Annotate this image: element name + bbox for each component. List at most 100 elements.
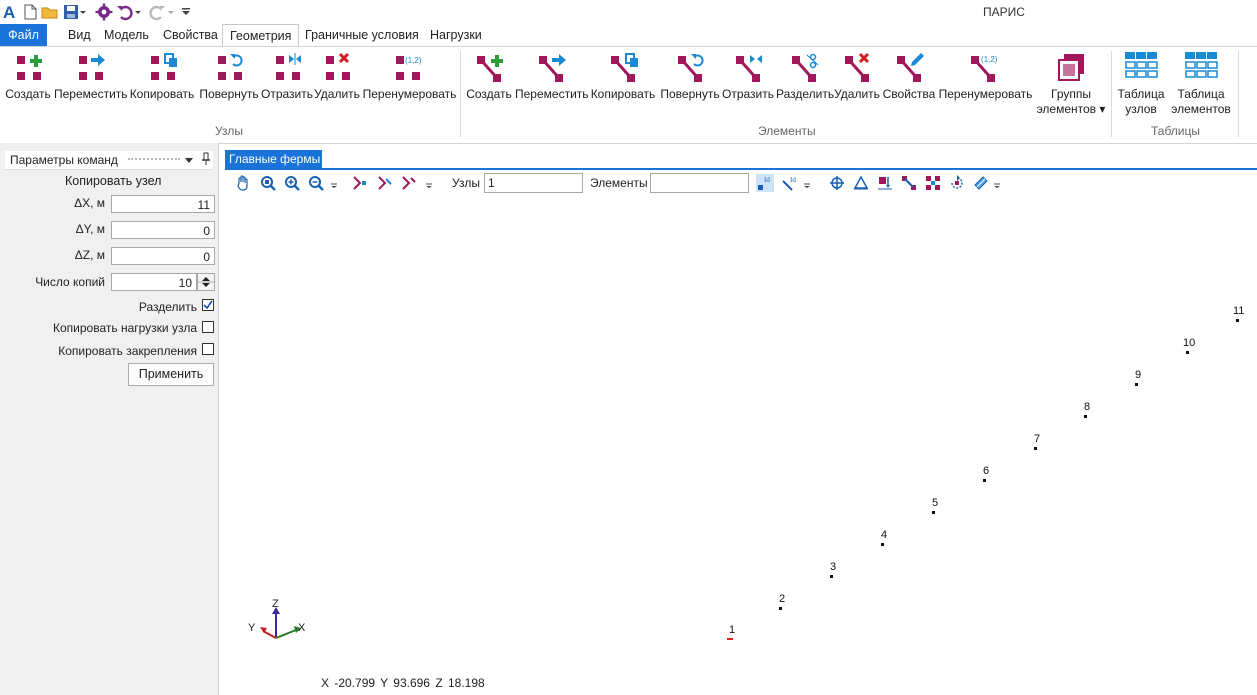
select-all-icon[interactable] — [400, 174, 418, 192]
settings-gear-icon[interactable] — [95, 3, 113, 21]
show-node-ids-icon[interactable]: Id — [756, 174, 774, 192]
split-checkbox[interactable] — [202, 299, 214, 311]
undo-dropdown-icon[interactable] — [133, 3, 143, 21]
select-elements-icon[interactable] — [376, 174, 394, 192]
redo-dropdown-icon[interactable] — [166, 3, 176, 21]
axis-x-label: X — [298, 622, 306, 634]
title-bar: A ПАРИС — [0, 0, 1257, 24]
node-mirror-button[interactable]: Отразить — [261, 51, 313, 102]
select-nodes-icon[interactable] — [351, 174, 369, 192]
element-groups-view-icon[interactable] — [924, 174, 942, 192]
new-file-icon[interactable] — [21, 3, 39, 21]
node-move-button[interactable]: Переместить — [54, 51, 128, 102]
panel-menu-dropdown-icon[interactable] — [184, 154, 194, 168]
element-renumber-button[interactable]: (1,2) Перенумеровать — [938, 51, 1033, 102]
spinner-arrows-icon — [198, 277, 214, 287]
node-rotate-button[interactable]: Повернуть — [198, 51, 260, 102]
tab-loads[interactable]: Нагрузки — [423, 24, 489, 46]
element-groups-button[interactable]: Группы элементов ▾ — [1036, 51, 1106, 117]
zoom-out-icon[interactable] — [307, 174, 325, 192]
element-properties-button[interactable]: Свойства — [882, 51, 936, 102]
dx-input[interactable]: 11 — [111, 195, 215, 213]
model-viewport[interactable]: 1 2 3 4 5 6 7 8 9 10 11 Z Y X — [226, 196, 1257, 695]
node-marker[interactable]: 1 — [727, 624, 735, 640]
elements-filter-label: Элементы — [590, 176, 648, 190]
node-point — [1084, 415, 1087, 418]
rotate-view-icon[interactable] — [948, 174, 966, 192]
pin-icon[interactable] — [201, 152, 211, 169]
element-copy-button[interactable]: Копировать — [590, 51, 656, 102]
node-label: 6 — [983, 465, 990, 477]
element-properties-icon — [882, 51, 936, 85]
element-create-button[interactable]: Создать — [466, 51, 512, 102]
node-marker[interactable]: 6 — [983, 465, 990, 482]
show-element-ids-icon[interactable]: Id — [781, 174, 799, 192]
element-split-button[interactable]: Разделить — [776, 51, 834, 102]
node-marker[interactable]: 7 — [1034, 433, 1040, 450]
dy-input[interactable]: 0 — [111, 221, 215, 239]
element-rotate-button[interactable]: Повернуть — [659, 51, 721, 102]
elements-table-button[interactable]: Таблица элементов — [1170, 51, 1232, 117]
node-marker[interactable]: 4 — [881, 529, 887, 546]
element-delete-button[interactable]: Удалить — [834, 51, 880, 102]
node-copy-button[interactable]: Копировать — [129, 51, 195, 102]
undo-icon[interactable] — [116, 3, 134, 21]
dz-input[interactable]: 0 — [111, 247, 215, 265]
node-create-button[interactable]: Создать — [5, 51, 51, 102]
zoom-dropdown-icon[interactable] — [329, 174, 339, 192]
pan-hand-icon[interactable] — [234, 174, 252, 192]
svg-text:(1,2): (1,2) — [981, 55, 998, 64]
node-renumber-button[interactable]: (1,2) Перенумеровать — [362, 51, 457, 102]
loads-icon[interactable] — [876, 174, 894, 192]
svg-text:Id: Id — [790, 176, 796, 184]
elements-filter-input[interactable] — [650, 173, 749, 193]
nodes-table-label-1: Таблица — [1117, 87, 1165, 101]
document-tab[interactable]: Главные фермы — [225, 150, 322, 169]
copy-loads-checkbox[interactable] — [202, 321, 214, 333]
node-point — [1034, 447, 1037, 450]
tab-geometry[interactable]: Геометрия — [222, 24, 300, 48]
zoom-window-icon[interactable] — [259, 174, 277, 192]
element-move-button[interactable]: Переместить — [515, 51, 589, 102]
render-3d-icon[interactable] — [972, 174, 990, 192]
zoom-in-icon[interactable] — [283, 174, 301, 192]
copies-input[interactable]: 10 — [111, 273, 197, 291]
node-marker[interactable]: 11 — [1233, 305, 1244, 322]
drag-grip[interactable] — [128, 158, 180, 164]
supports-icon[interactable] — [852, 174, 870, 192]
app-title: ПАРИС — [983, 5, 1025, 19]
node-marker[interactable]: 10 — [1183, 337, 1195, 354]
open-folder-icon[interactable] — [41, 3, 59, 21]
tab-view[interactable]: Вид — [61, 24, 98, 46]
tab-file[interactable]: Файл — [0, 24, 47, 46]
node-marker[interactable]: 3 — [830, 561, 836, 578]
node-delete-button[interactable]: Удалить — [314, 51, 360, 102]
view-dropdown-icon[interactable] — [992, 174, 1002, 192]
nodes-filter-input[interactable]: 1 — [484, 173, 583, 193]
tables-group-label: Таблицы — [1151, 124, 1201, 138]
nodes-group-label: Узлы — [215, 124, 243, 138]
tab-model[interactable]: Модель — [97, 24, 156, 46]
tab-boundary-conditions[interactable]: Граничные условия — [298, 24, 426, 46]
element-rotate-label: Повернуть — [660, 87, 720, 101]
node-marker[interactable]: 5 — [932, 497, 938, 514]
copy-supports-checkbox[interactable] — [202, 343, 214, 355]
redo-icon[interactable] — [148, 3, 166, 21]
save-dropdown-icon[interactable] — [78, 3, 88, 21]
tab-properties[interactable]: Свойства — [156, 24, 225, 46]
snap-node-icon[interactable] — [828, 174, 846, 192]
nodes-table-button[interactable]: Таблица узлов — [1115, 51, 1167, 117]
nodes-table-label-2: узлов — [1125, 102, 1157, 116]
ids-dropdown-icon[interactable] — [802, 174, 812, 192]
ribbon-separator — [1111, 51, 1112, 137]
node-marker[interactable]: 2 — [779, 593, 785, 610]
element-local-axes-icon[interactable] — [900, 174, 918, 192]
customize-toolbar-icon[interactable] — [180, 3, 192, 21]
copies-spinner[interactable] — [197, 273, 215, 291]
select-dropdown-icon[interactable] — [424, 174, 434, 192]
node-renumber-icon: (1,2) — [362, 51, 457, 85]
node-marker[interactable]: 8 — [1084, 401, 1090, 418]
node-marker[interactable]: 9 — [1135, 369, 1141, 386]
apply-button[interactable]: Применить — [128, 363, 214, 386]
element-mirror-button[interactable]: Отразить — [722, 51, 774, 102]
